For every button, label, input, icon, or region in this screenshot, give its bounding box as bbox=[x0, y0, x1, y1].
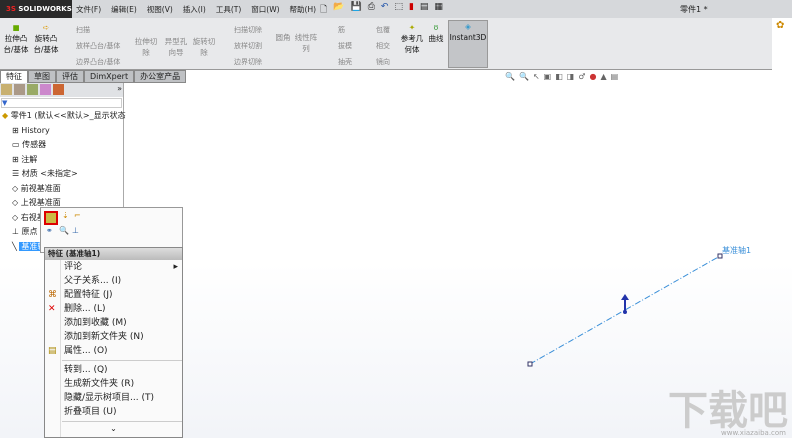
axis-endpoint-handle[interactable] bbox=[527, 361, 533, 367]
axis-label: 基准轴1 bbox=[722, 246, 752, 255]
triad-icon bbox=[621, 294, 629, 314]
watermark-url: www.xiazaiba.com bbox=[721, 429, 786, 437]
graphics-area bbox=[527, 253, 723, 367]
watermark: 下载吧 bbox=[668, 388, 788, 434]
